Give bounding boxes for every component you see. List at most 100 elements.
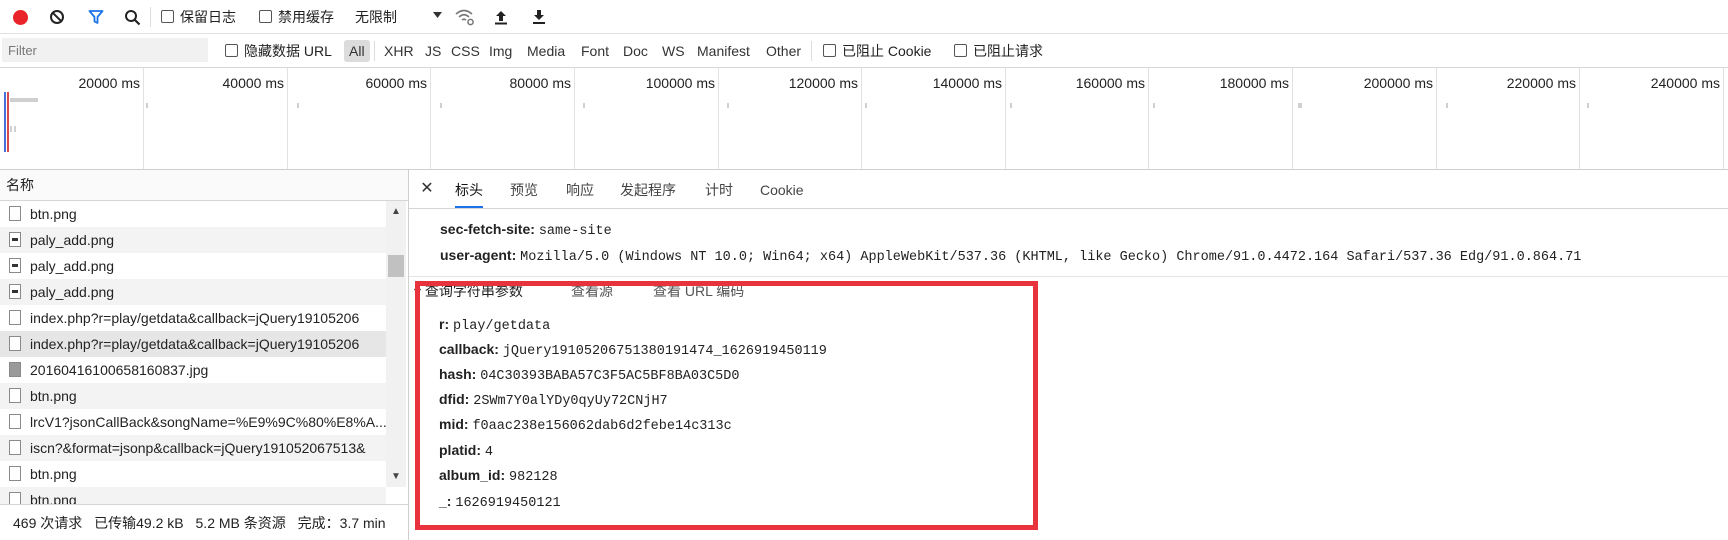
checkbox-box[interactable] <box>823 44 836 57</box>
type-filter-js[interactable]: JS <box>425 40 441 62</box>
blocked-requests-checkbox[interactable]: 已阻止请求 <box>954 34 1043 67</box>
param-key: r: <box>439 316 450 332</box>
record-button[interactable] <box>9 6 31 28</box>
hide-data-url-checkbox[interactable]: 隐藏数据 URL <box>225 34 332 67</box>
request-bar <box>865 103 867 108</box>
view-url-encoded-link[interactable]: 查看 URL 编码 <box>653 281 744 301</box>
name-column-header[interactable]: 名称 <box>0 170 408 201</box>
checkbox-box[interactable] <box>954 44 967 57</box>
file-icon <box>9 336 21 351</box>
type-filter-manifest[interactable]: Manifest <box>697 40 750 62</box>
timeline-overview[interactable]: 20000 ms 40000 ms 60000 ms 80000 ms 1000… <box>0 68 1728 170</box>
query-string-section-header[interactable]: ▾ 查询字符串参数 查看源 查看 URL 编码 <box>409 276 1728 302</box>
header-key: sec-fetch-site: <box>440 221 535 237</box>
search-button[interactable] <box>121 6 143 28</box>
request-row[interactable]: btn.png <box>0 383 386 409</box>
request-row[interactable]: paly_add.png <box>0 279 386 305</box>
request-bar <box>1298 103 1302 108</box>
type-filter-other[interactable]: Other <box>766 40 801 62</box>
request-bar <box>1446 103 1448 108</box>
tab-response[interactable]: 响应 <box>566 170 594 208</box>
view-source-link[interactable]: 查看源 <box>571 281 613 301</box>
request-bar <box>727 103 729 108</box>
request-row[interactable]: paly_add.png <box>0 227 386 253</box>
tab-preview[interactable]: 预览 <box>510 170 538 208</box>
filter-toggle-button[interactable] <box>85 6 107 28</box>
query-string-title[interactable]: ▾ 查询字符串参数 <box>414 281 523 301</box>
type-filter-css[interactable]: CSS <box>451 40 480 62</box>
filter-input[interactable] <box>2 38 208 62</box>
request-list-scrollbar[interactable]: ▲ ▼ <box>386 201 406 487</box>
request-row[interactable]: btn.png <box>0 461 386 487</box>
type-filter-ws[interactable]: WS <box>662 40 685 62</box>
scroll-down-arrow-icon[interactable]: ▼ <box>386 467 406 487</box>
devtools-toolbar: 保留日志 禁用缓存 无限制 <box>0 0 1728 34</box>
timeline-tick-label: 200000 ms <box>1363 75 1433 91</box>
close-icon[interactable]: ✕ <box>417 179 437 199</box>
header-value: same-site <box>538 224 612 239</box>
checkbox-box[interactable] <box>161 10 174 23</box>
blocked-cookies-checkbox[interactable]: 已阻止 Cookie <box>823 34 931 67</box>
tab-timing[interactable]: 计时 <box>705 170 733 208</box>
timeline-gridline <box>1579 68 1580 169</box>
checkbox-box[interactable] <box>259 10 272 23</box>
request-name: iscn?&format=jsonp&callback=jQuery191052… <box>30 440 366 456</box>
type-filter-img[interactable]: Img <box>489 40 512 62</box>
load-event-marker <box>7 92 9 152</box>
timeline-tick-label: 40000 ms <box>222 75 284 91</box>
type-filter-media[interactable]: Media <box>527 40 565 62</box>
request-row[interactable]: btn.png <box>0 487 386 504</box>
filter-bar: 隐藏数据 URL All XHR JS CSS Img Media Font D… <box>0 34 1728 68</box>
timeline-tick-label: 60000 ms <box>365 75 427 91</box>
disable-cache-checkbox[interactable]: 禁用缓存 <box>259 0 334 33</box>
param-key: dfid: <box>439 391 470 407</box>
chevron-down-icon <box>433 12 442 18</box>
network-summary-bar: 469 次请求 已传输49.2 kB 5.2 MB 条资源 完成：3.7 min <box>0 504 408 540</box>
scroll-up-arrow-icon[interactable]: ▲ <box>386 201 406 221</box>
request-row[interactable]: paly_add.png <box>0 253 386 279</box>
param-value: 04C30393BABA57C3F5AC5BF8BA03C5D0 <box>480 369 740 384</box>
tab-initiator[interactable]: 发起程序 <box>620 170 676 208</box>
request-row[interactable]: btn.png <box>0 201 386 227</box>
type-filter-doc[interactable]: Doc <box>623 40 648 62</box>
request-row[interactable]: lrcV1?jsonCallBack&songName=%E9%9C%80%E8… <box>0 409 386 435</box>
file-icon <box>9 492 21 504</box>
tab-headers[interactable]: 标头 <box>455 170 483 208</box>
request-row[interactable]: iscn?&format=jsonp&callback=jQuery191052… <box>0 435 386 461</box>
timeline-gridline <box>861 68 862 169</box>
image-icon <box>9 258 21 273</box>
query-param-row: album_id: 982128 <box>439 467 558 485</box>
request-row[interactable]: index.php?r=play/getdata&callback=jQuery… <box>0 305 386 331</box>
request-row[interactable]: 20160416100658160837.jpg <box>0 357 386 383</box>
type-filter-font[interactable]: Font <box>581 40 609 62</box>
network-conditions-button[interactable] <box>454 6 476 28</box>
scrollbar-thumb[interactable] <box>388 255 404 277</box>
import-har-button[interactable] <box>490 6 512 28</box>
timeline-tick-label: 160000 ms <box>1075 75 1145 91</box>
checkbox-box[interactable] <box>225 44 238 57</box>
param-key: callback: <box>439 341 499 357</box>
type-filter-all[interactable]: All <box>344 40 370 62</box>
timeline-gridline <box>287 68 288 169</box>
export-har-button[interactable] <box>528 6 550 28</box>
request-details-panel: ✕ 标头 预览 响应 发起程序 计时 Cookie sec-fetch-site… <box>409 170 1728 540</box>
request-bar <box>440 103 442 108</box>
request-name: btn.png <box>30 206 77 222</box>
request-name: btn.png <box>30 388 77 404</box>
request-bar <box>1010 103 1012 108</box>
preserve-log-checkbox[interactable]: 保留日志 <box>161 0 236 33</box>
type-filter-xhr[interactable]: XHR <box>384 40 414 62</box>
disable-cache-label: 禁用缓存 <box>278 8 334 25</box>
throttle-select[interactable]: 无限制 <box>355 0 445 33</box>
request-row-selected[interactable]: index.php?r=play/getdata&callback=jQuery… <box>0 331 386 357</box>
wifi-settings-icon <box>455 9 474 26</box>
hide-data-url-label: 隐藏数据 URL <box>244 42 332 59</box>
timeline-gridline <box>1723 68 1724 169</box>
transferred-size: 已传输49.2 kB <box>94 515 184 531</box>
request-name: paly_add.png <box>30 232 115 248</box>
finish-time: 完成：3.7 min <box>297 515 386 531</box>
clear-button[interactable] <box>46 6 68 28</box>
details-tab-bar: ✕ 标头 预览 响应 发起程序 计时 Cookie <box>409 170 1728 209</box>
tab-cookies[interactable]: Cookie <box>760 170 804 208</box>
request-name: paly_add.png <box>30 258 115 274</box>
